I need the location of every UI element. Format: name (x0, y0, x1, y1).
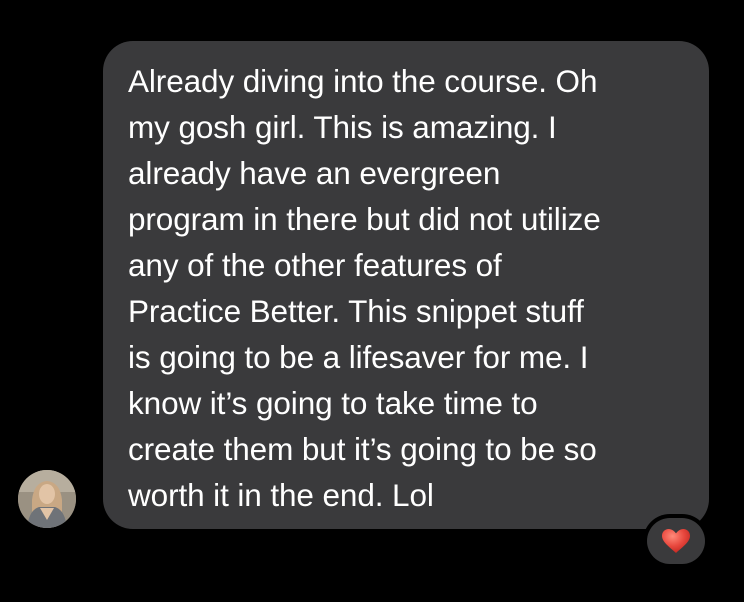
red-heart-icon (662, 529, 690, 553)
message-line: any of the other features of (128, 247, 502, 283)
reaction-badge[interactable] (647, 518, 705, 564)
sender-avatar[interactable] (18, 470, 76, 528)
message-thread: Already diving into the course. Oh my go… (0, 0, 744, 602)
message-line: create them but it’s going to be so (128, 431, 597, 467)
message-line: already have an evergreen (128, 155, 501, 191)
message-line: is going to be a lifesaver for me. I (128, 339, 589, 375)
person-photo-icon (18, 470, 76, 528)
message-line: my gosh girl. This is amazing. I (128, 109, 557, 145)
message-line: know it’s going to take time to (128, 385, 538, 421)
message-line: program in there but did not utilize (128, 201, 601, 237)
message-line: Practice Better. This snippet stuff (128, 293, 584, 329)
message-line: Already diving into the course. Oh (128, 63, 598, 99)
message-line: worth it in the end. Lol (128, 477, 434, 513)
